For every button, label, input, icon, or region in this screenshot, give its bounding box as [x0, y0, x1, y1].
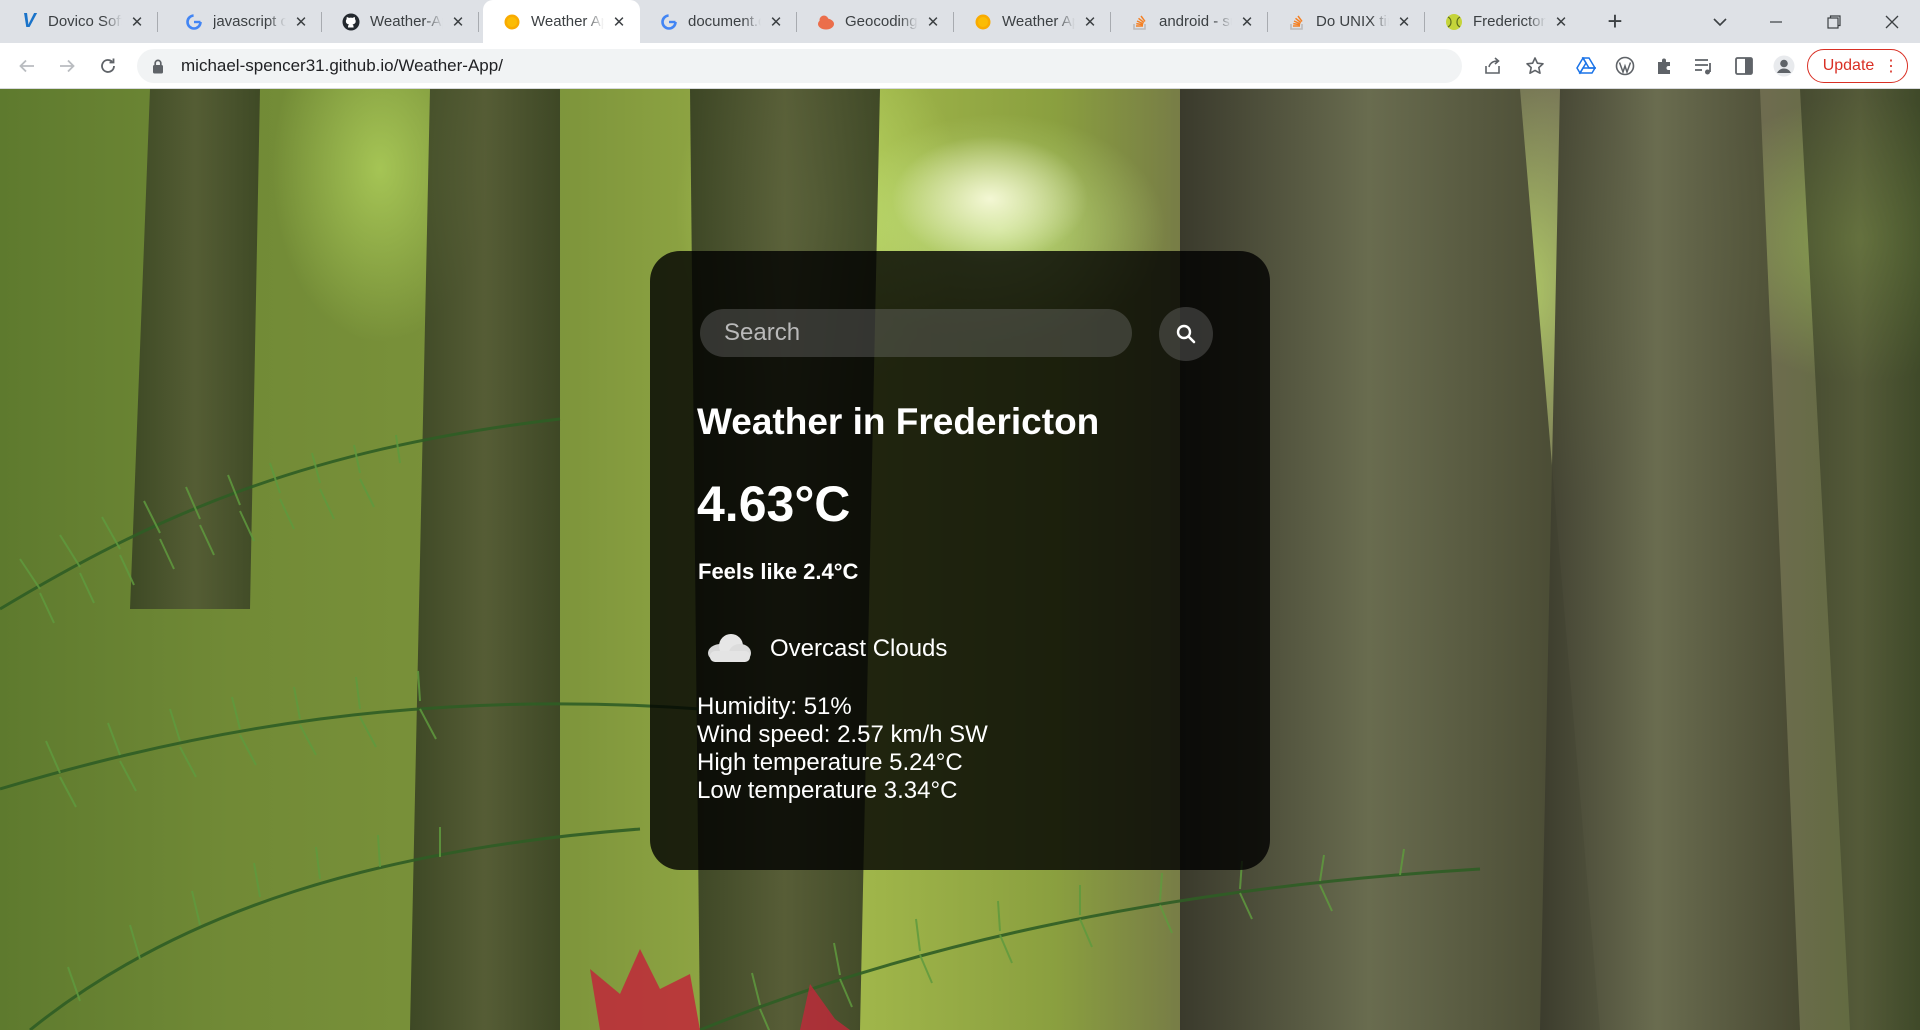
dovico-v-icon: V [22, 10, 36, 32]
update-label: Update [1822, 57, 1875, 74]
side-panel-icon[interactable] [1729, 51, 1759, 81]
tab-dovico[interactable]: V Dovico Software ✕ [0, 0, 158, 43]
close-tab-icon[interactable]: ✕ [292, 13, 310, 31]
bookmark-star-icon[interactable] [1520, 51, 1550, 81]
update-button[interactable]: Update ⋮ [1807, 49, 1908, 83]
tab-title: Weather-App [370, 13, 443, 30]
tab-weather-app-active[interactable]: Weather App ✕ [483, 0, 640, 43]
google-g-icon [660, 13, 678, 31]
cloud-icon [704, 627, 754, 663]
tab-github-weather-app[interactable]: Weather-App ✕ [322, 0, 479, 43]
close-tab-icon[interactable]: ✕ [449, 13, 467, 31]
tab-title: Weather App [531, 13, 604, 30]
tab-fredericton[interactable]: Fredericton ✕ [1425, 0, 1582, 43]
city-title: Weather in Fredericton [697, 401, 1100, 442]
low-temperature-text: Low temperature 3.34°C [697, 777, 958, 804]
close-tab-icon[interactable]: ✕ [1238, 13, 1256, 31]
page-viewport: Weather in Fredericton 4.63°C Feels like… [0, 89, 1920, 1030]
media-queue-icon[interactable] [1689, 51, 1719, 81]
wordpress-icon[interactable] [1610, 51, 1640, 81]
close-window-icon[interactable] [1864, 0, 1920, 43]
tab-android-stackoverflow[interactable]: android - su ✕ [1111, 0, 1268, 43]
search-icon [1175, 323, 1197, 345]
stackoverflow-icon [1131, 13, 1149, 31]
url-text[interactable]: michael-spencer31.github.io/Weather-App/ [181, 56, 503, 76]
condition-text: Overcast Clouds [770, 635, 948, 662]
stackoverflow-icon [1288, 13, 1306, 31]
tennis-ball-icon [1445, 13, 1463, 31]
tab-weather-app-2[interactable]: Weather App ✕ [954, 0, 1111, 43]
sun-icon [503, 13, 521, 31]
tab-strip: V Dovico Software ✕ javascript co ✕ Weat… [0, 0, 1920, 43]
github-icon [342, 13, 360, 31]
tab-title: document.c [688, 13, 761, 30]
extensions-puzzle-icon[interactable] [1650, 51, 1680, 81]
sun-icon [974, 13, 992, 31]
close-tab-icon[interactable]: ✕ [767, 13, 785, 31]
profile-avatar-icon[interactable] [1769, 51, 1799, 81]
google-drive-icon[interactable] [1571, 51, 1601, 81]
search-input[interactable] [700, 309, 1132, 357]
tab-search-chevron-icon[interactable] [1692, 0, 1748, 43]
reload-icon[interactable] [93, 51, 123, 81]
tab-title: android - su [1159, 13, 1232, 30]
tab-title: Fredericton [1473, 13, 1546, 30]
forward-arrow-icon[interactable] [52, 51, 82, 81]
new-tab-button[interactable]: + [1600, 6, 1630, 36]
tab-separator [157, 12, 158, 32]
tab-title: Do UNIX tim [1316, 13, 1389, 30]
humidity-text: Humidity: 51% [697, 693, 852, 720]
close-tab-icon[interactable]: ✕ [1552, 13, 1570, 31]
weather-card: Weather in Fredericton 4.63°C Feels like… [650, 251, 1270, 870]
address-bar[interactable]: michael-spencer31.github.io/Weather-App/ [137, 49, 1462, 83]
openweather-icon [817, 13, 835, 31]
close-tab-icon[interactable]: ✕ [610, 13, 628, 31]
tab-separator [478, 12, 479, 32]
browser-toolbar: michael-spencer31.github.io/Weather-App/… [0, 43, 1920, 89]
tab-javascript[interactable]: javascript co ✕ [165, 0, 322, 43]
tab-title: Weather App [1002, 13, 1075, 30]
close-tab-icon[interactable]: ✕ [1395, 13, 1413, 31]
feels-like-text: Feels like 2.4°C [698, 559, 859, 584]
tab-title: Dovico Software [48, 13, 122, 30]
google-g-icon [185, 13, 203, 31]
tab-document[interactable]: document.c ✕ [640, 0, 797, 43]
minimize-icon[interactable] [1748, 0, 1804, 43]
close-tab-icon[interactable]: ✕ [128, 13, 146, 31]
restore-icon[interactable] [1806, 0, 1862, 43]
tab-title: javascript co [213, 13, 286, 30]
temperature-value: 4.63°C [697, 476, 851, 532]
back-arrow-icon[interactable] [12, 51, 42, 81]
close-tab-icon[interactable]: ✕ [924, 13, 942, 31]
lock-icon[interactable] [151, 59, 165, 74]
wind-speed-text: Wind speed: 2.57 km/h SW [697, 721, 988, 748]
more-menu-icon[interactable]: ⋮ [1883, 56, 1899, 76]
tab-title: Geocoding [845, 13, 918, 30]
share-icon[interactable] [1478, 51, 1508, 81]
close-tab-icon[interactable]: ✕ [1081, 13, 1099, 31]
tab-geocoding[interactable]: Geocoding ✕ [797, 0, 954, 43]
tab-unix-time[interactable]: Do UNIX tim ✕ [1268, 0, 1425, 43]
high-temperature-text: High temperature 5.24°C [697, 749, 963, 776]
search-button[interactable] [1159, 307, 1213, 361]
